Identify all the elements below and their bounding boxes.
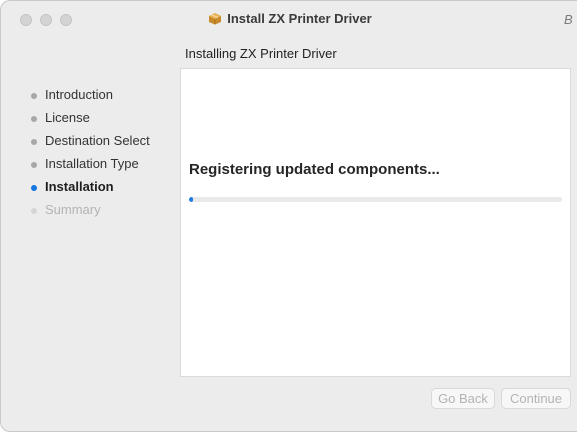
go-back-button[interactable]: Go Back xyxy=(431,388,495,409)
installer-window: Install ZX Printer Driver B Installing Z… xyxy=(0,0,577,432)
package-icon xyxy=(209,13,222,25)
step-dot-icon xyxy=(31,208,37,214)
continue-button[interactable]: Continue xyxy=(501,388,571,409)
content-panel xyxy=(180,68,571,377)
step-label: Destination Select xyxy=(45,133,150,148)
window-title-text: Install ZX Printer Driver xyxy=(227,11,372,26)
step-label: License xyxy=(45,110,90,125)
install-status-text: Registering updated components... xyxy=(189,161,440,178)
page-subtitle: Installing ZX Printer Driver xyxy=(185,46,337,61)
title-bar: Install ZX Printer Driver B xyxy=(1,1,577,39)
step-label: Installation Type xyxy=(45,156,139,171)
step-label: Introduction xyxy=(45,87,113,102)
step-dot-icon xyxy=(31,162,37,168)
step-label: Installation xyxy=(45,179,114,194)
step-dot-icon xyxy=(31,185,37,191)
help-icon[interactable]: B xyxy=(564,12,573,27)
step-dot-icon xyxy=(31,116,37,122)
progress-fill xyxy=(189,197,194,202)
step-label: Summary xyxy=(45,202,101,217)
install-progress-bar xyxy=(189,197,562,202)
window-title: Install ZX Printer Driver xyxy=(1,11,577,26)
step-dot-icon xyxy=(31,93,37,99)
step-dot-icon xyxy=(31,139,37,145)
